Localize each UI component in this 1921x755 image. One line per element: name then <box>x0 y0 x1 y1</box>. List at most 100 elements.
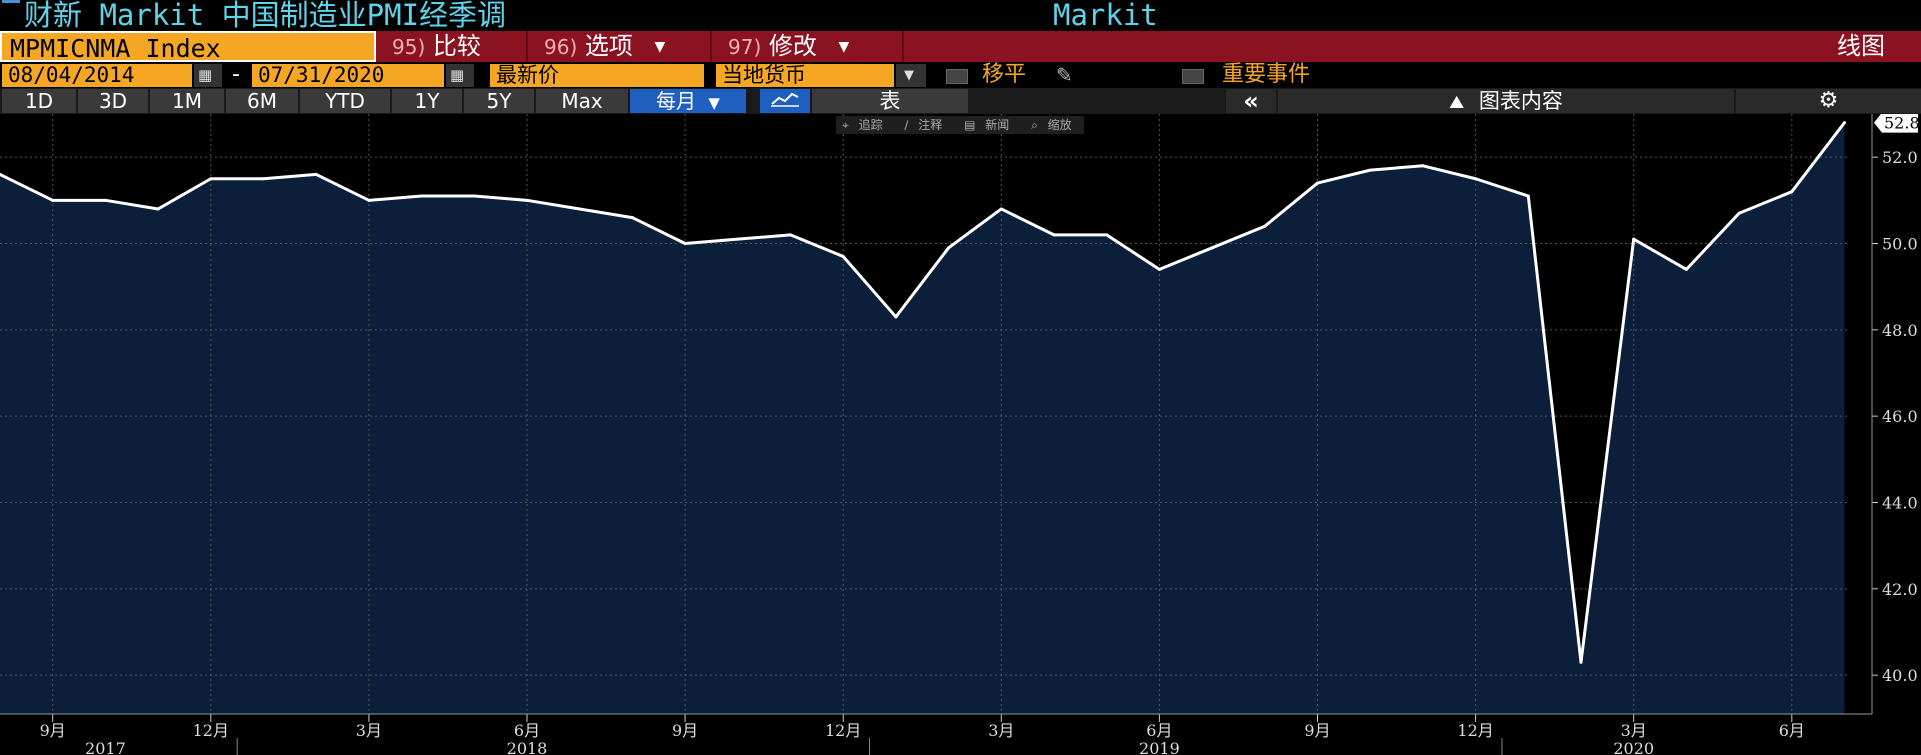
data-point <box>1052 233 1056 237</box>
data-point <box>578 207 582 211</box>
data-point <box>103 198 107 202</box>
command-bar: MPMICNMA Index 95) 比较 96) 选项 ▼ 97) 修改 ▼ … <box>0 31 1921 63</box>
data-point <box>1579 660 1583 664</box>
edit-number: 97) <box>728 35 762 59</box>
data-point <box>1210 246 1214 250</box>
chart-content-label: 图表内容 <box>1478 89 1563 113</box>
moving-average-label: 移平 <box>982 62 1027 87</box>
data-point <box>51 198 55 202</box>
range-1y-button[interactable]: 1Y <box>392 89 462 113</box>
view-type-label[interactable]: 线图 <box>1837 31 1885 62</box>
title-marker <box>2 0 20 3</box>
data-point <box>1526 194 1530 198</box>
currency-select[interactable]: 当地货币 <box>716 64 894 87</box>
annotate-button[interactable]: ∕ 注释 <box>898 118 954 132</box>
data-point <box>1263 224 1267 228</box>
x-month-label: 3月 <box>988 721 1014 740</box>
edit-button[interactable]: 97) 修改 ▼ <box>714 31 904 62</box>
range-ytd-button[interactable]: YTD <box>300 89 390 113</box>
range-max-button[interactable]: Max <box>536 89 628 113</box>
data-point <box>420 194 424 198</box>
collapse-icon[interactable]: « <box>1226 89 1276 113</box>
data-point <box>209 177 213 181</box>
x-year-label: 2020 <box>1613 739 1654 755</box>
data-point <box>630 216 634 220</box>
data-point <box>1684 267 1688 271</box>
range-5y-button[interactable]: 5Y <box>464 89 534 113</box>
data-point <box>314 172 318 176</box>
data-point <box>999 207 1003 211</box>
moving-average-checkbox[interactable] <box>946 69 968 84</box>
options-button[interactable]: 96) 选项 ▼ <box>530 31 712 62</box>
date-separator: - <box>232 62 240 87</box>
price-type-select[interactable]: 最新价 <box>490 64 704 87</box>
y-tick-label: 42.0 <box>1882 580 1918 599</box>
data-point <box>683 241 687 245</box>
frequency-select[interactable]: 每月 ▼ <box>630 89 746 113</box>
range-1m-button[interactable]: 1M <box>150 89 224 113</box>
zoom-button[interactable]: ⌕ 缩放 <box>1025 118 1084 132</box>
ticker-input[interactable]: MPMICNMA Index <box>0 31 376 63</box>
y-tick-label: 46.0 <box>1882 407 1918 426</box>
y-tick-label: 48.0 <box>1882 321 1918 340</box>
range-6m-button[interactable]: 6M <box>226 89 298 113</box>
chart-mini-toolbar: ⌖ 追踪 ∕ 注释 ▤ 新闻 ⌕ 缩放 <box>836 116 1084 134</box>
chart-content-button[interactable]: ⛰ 图表内容 <box>1278 89 1734 113</box>
data-point <box>1368 168 1372 172</box>
x-month-label: 6月 <box>1146 721 1172 740</box>
end-date-input[interactable]: 07/31/2020 <box>252 64 444 87</box>
range-3d-button[interactable]: 3D <box>78 89 148 113</box>
options-number: 96) <box>544 35 578 59</box>
y-tick-label: 44.0 <box>1882 493 1918 512</box>
options-label: 选项 <box>584 32 633 60</box>
compare-button[interactable]: 95) 比较 <box>378 31 528 62</box>
chevron-down-icon[interactable]: ▼ <box>896 64 926 87</box>
data-point <box>367 198 371 202</box>
pencil-icon[interactable]: ✎ <box>1056 63 1073 87</box>
data-point <box>1632 237 1636 241</box>
compare-label: 比较 <box>432 32 481 60</box>
calendar-icon[interactable]: ▦ <box>446 64 474 87</box>
gear-icon[interactable]: ⚙ <box>1736 89 1921 113</box>
series-area <box>0 122 1845 714</box>
data-point <box>1157 267 1161 271</box>
calendar-icon[interactable]: ▦ <box>194 64 222 87</box>
x-month-label: 12月 <box>1457 721 1493 740</box>
data-point <box>525 198 529 202</box>
data-point <box>1737 211 1741 215</box>
data-point <box>1316 181 1319 185</box>
chart-settings-icon: ⛰ <box>1449 92 1465 113</box>
table-button[interactable]: 表 <box>812 89 968 113</box>
y-tick-label: 52.0 <box>1882 148 1918 167</box>
data-point <box>1790 190 1794 194</box>
events-checkbox[interactable] <box>1182 69 1204 84</box>
y-tick-label: 50.0 <box>1882 234 1918 253</box>
start-date-input[interactable]: 08/04/2014 <box>2 64 192 87</box>
data-point <box>156 207 160 211</box>
x-month-label: 3月 <box>356 721 382 740</box>
track-button[interactable]: ⌖ 追踪 <box>836 118 895 132</box>
data-point <box>947 246 951 250</box>
chevron-down-icon: ▼ <box>838 39 850 55</box>
range-1d-button[interactable]: 1D <box>2 89 76 113</box>
title-bar: 财新 Markit 中国制造业PMI经季调 Markit <box>0 0 1921 31</box>
chevron-down-icon: ▼ <box>708 94 720 112</box>
compare-number: 95) <box>392 35 426 59</box>
x-month-label: 3月 <box>1621 721 1647 740</box>
x-month-label: 12月 <box>825 721 861 740</box>
x-month-label: 6月 <box>1779 721 1805 740</box>
data-point <box>841 254 845 258</box>
y-tick-label: 40.0 <box>1882 666 1918 685</box>
data-point <box>736 237 740 241</box>
data-point <box>1421 164 1425 168</box>
last-value-label: 52.8 <box>1884 114 1920 133</box>
x-month-label: 6月 <box>514 721 540 740</box>
settings-row: 08/04/2014 ▦ - 07/31/2020 ▦ 最新价 当地货币 ▼ 移… <box>0 62 1921 88</box>
x-year-label: 2018 <box>507 739 548 755</box>
x-year-label: 2017 <box>85 739 126 755</box>
news-button[interactable]: ▤ 新闻 <box>958 118 1021 132</box>
line-chart-icon[interactable] <box>760 89 810 113</box>
chart-area[interactable]: 40.0 42.0 44.0 46.0 48.0 50.0 52.0 9月 12月 3月 6月 9月 1… <box>0 114 1921 755</box>
data-point <box>1474 177 1478 181</box>
pmi-chart[interactable]: 40.0 42.0 44.0 46.0 48.0 50.0 52.0 9月 12月 3月 6月 9月 1… <box>0 114 1921 755</box>
